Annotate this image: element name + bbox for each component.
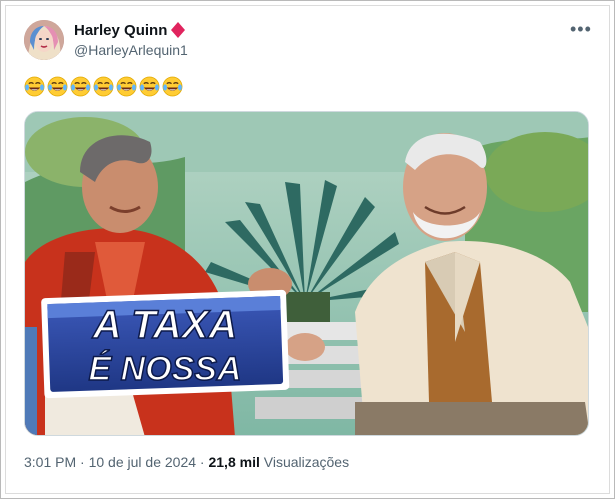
views-count: 21,8 mil bbox=[208, 454, 260, 470]
author-name[interactable]: Harley Quinn bbox=[74, 22, 167, 39]
tweet-time[interactable]: 3:01 PM bbox=[24, 454, 76, 470]
tweet-text: 😂😂😂😂😂😂😂 bbox=[24, 76, 183, 98]
more-options-icon[interactable]: ••• bbox=[570, 20, 592, 38]
laughing-tears-emoji: 😂 bbox=[116, 76, 137, 97]
meta-separator-2: · bbox=[196, 454, 209, 470]
banner-line2: É NOSSA bbox=[88, 350, 241, 388]
avatar[interactable] bbox=[24, 20, 64, 60]
laughing-tears-emoji: 😂 bbox=[139, 76, 160, 97]
laughing-tears-emoji: 😂 bbox=[162, 76, 183, 97]
red-diamond-icon bbox=[171, 22, 185, 38]
tweet-meta: 3:01 PM · 10 de jul de 2024 · 21,8 mil V… bbox=[24, 454, 349, 470]
laughing-tears-emoji: 😂 bbox=[24, 76, 45, 97]
tweet-media[interactable]: A TAXA É NOSSA bbox=[24, 111, 589, 436]
meta-separator: · bbox=[76, 454, 89, 470]
meme-image: A TAXA É NOSSA bbox=[25, 112, 588, 435]
views-label: Visualizações bbox=[263, 454, 350, 470]
banner-line1: A TAXA bbox=[92, 303, 237, 347]
laughing-tears-emoji: 😂 bbox=[70, 76, 91, 97]
author-handle[interactable]: @HarleyArlequin1 bbox=[74, 42, 188, 58]
tweet-date[interactable]: 10 de jul de 2024 bbox=[89, 454, 196, 470]
laughing-tears-emoji: 😂 bbox=[47, 76, 68, 97]
laughing-tears-emoji: 😂 bbox=[93, 76, 114, 97]
avatar-image bbox=[24, 20, 64, 60]
